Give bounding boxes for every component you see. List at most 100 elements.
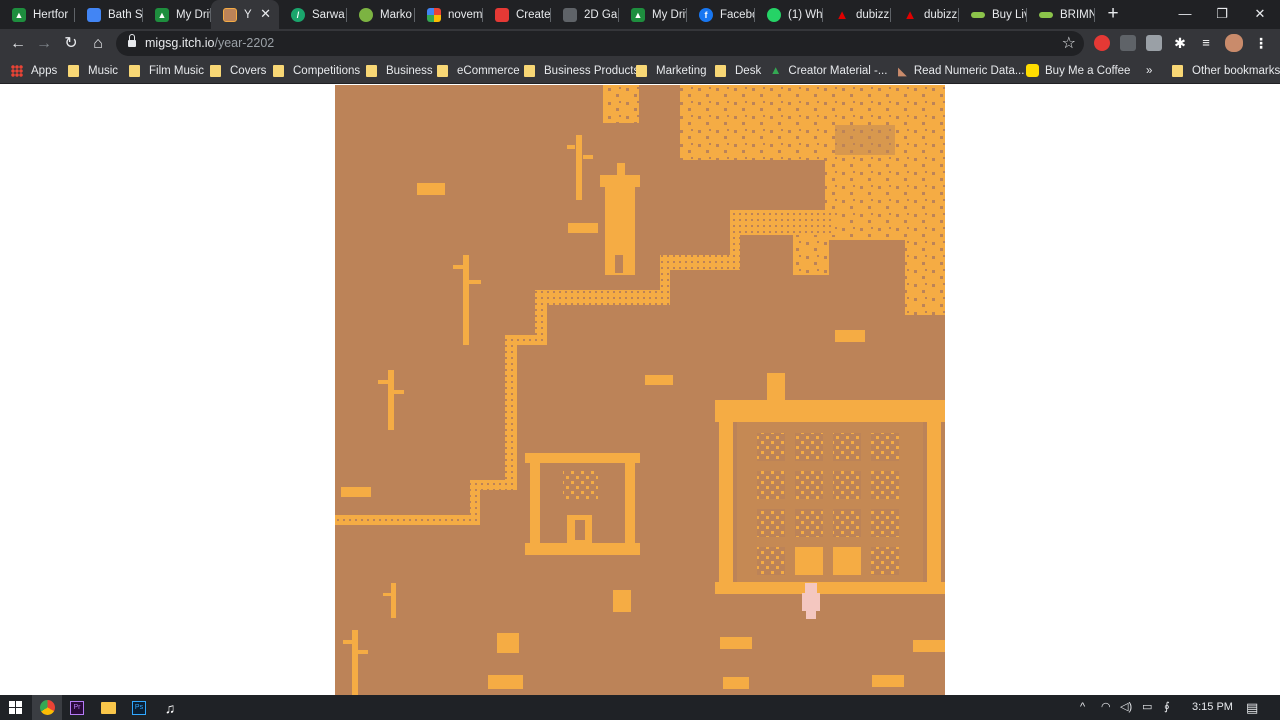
grand-hall (715, 373, 945, 594)
other-bookmarks[interactable]: Other bookmarks (1172, 58, 1280, 83)
tab[interactable]: 2D Gan (551, 0, 619, 29)
bookmark-folder[interactable]: Business (366, 58, 433, 83)
tab[interactable]: ▲ My Driv (143, 0, 211, 29)
bookmark-star-icon[interactable]: ☆ (1062, 33, 1076, 53)
tab[interactable]: ▲ dubizzle (823, 0, 891, 29)
back-button[interactable]: ← (6, 32, 30, 56)
small-shrine (525, 453, 640, 555)
reading-list-icon[interactable]: ≡ (1198, 35, 1214, 51)
battery-icon[interactable]: ▭ (1142, 695, 1152, 720)
bookmark-folder[interactable]: Desk (715, 58, 761, 83)
tab[interactable]: ▲ My Driv (619, 0, 687, 29)
volume-icon[interactable]: ◁) (1120, 695, 1132, 720)
bookmark-folder[interactable]: eCommerce (437, 58, 520, 83)
pinwheel-icon (427, 7, 441, 22)
url-text[interactable]: migsg.itch.io/year-2202 (145, 36, 274, 50)
close-tab-icon[interactable]: ✕ (260, 6, 271, 22)
google-drive-icon: ▲ (12, 7, 26, 22)
menu-icon[interactable]: ⋮ (1253, 35, 1269, 51)
address-bar[interactable]: migsg.itch.io/year-2202 ☆ (116, 31, 1084, 56)
google-drive-icon: ▲ (631, 7, 645, 22)
bookmarks-overflow-button[interactable]: » (1146, 58, 1152, 83)
home-button[interactable]: ⌂ (86, 32, 110, 56)
new-tab-button[interactable]: + (1102, 3, 1124, 25)
sarwa-icon: / (291, 7, 305, 22)
close-window-button[interactable]: ✕ (1240, 0, 1280, 29)
tab[interactable]: Create a (483, 0, 551, 29)
bookmark-folder[interactable]: Film Music (129, 58, 204, 83)
bookmarks-bar: Apps Music Film Music Covers Competition… (0, 58, 1280, 84)
bookmark-folder[interactable]: Music (68, 58, 118, 83)
music-app-icon[interactable]: ♫ (155, 695, 185, 720)
apps-grid-icon (11, 64, 23, 77)
tab[interactable]: f Faceboo (687, 0, 755, 29)
folder-icon (1172, 64, 1183, 77)
tab[interactable]: Marko \ (347, 0, 415, 29)
notifications-icon[interactable]: ▤ (1246, 695, 1258, 720)
dubizzle-icon: ▲ (903, 7, 917, 22)
chart-icon: ◣ (898, 65, 907, 78)
tab[interactable]: / Sarwa | (279, 0, 347, 29)
tray-chevron-icon[interactable]: ^ (1080, 695, 1085, 720)
itchio-game-icon (223, 7, 237, 22)
film-icon (563, 7, 577, 22)
pen-icon[interactable]: ∮ (1164, 695, 1170, 720)
tab[interactable]: BRIMNE (1027, 0, 1095, 29)
game-canvas[interactable] (335, 85, 945, 695)
folder-icon (68, 64, 79, 77)
clock[interactable]: 3:15 PM (1192, 695, 1233, 720)
folder-icon (210, 64, 221, 77)
tab[interactable]: Bath Sp (75, 0, 143, 29)
dubizzle-icon: ▲ (835, 7, 849, 22)
tab-active[interactable]: Y ✕ (211, 0, 279, 29)
tab[interactable]: ▲ dubizzle (891, 0, 959, 29)
folder-icon (129, 64, 140, 77)
facebook-icon: f (699, 7, 713, 22)
bookmark-folder[interactable]: Marketing (636, 58, 707, 83)
whatsapp-icon (767, 7, 781, 22)
wifi-icon[interactable]: ◠ (1101, 695, 1111, 720)
folder-icon (273, 64, 284, 77)
coffee-icon (1026, 64, 1039, 77)
game-scene (335, 85, 945, 695)
reload-button[interactable]: ↻ (59, 32, 83, 56)
folder-icon (524, 64, 535, 77)
forward-button[interactable]: → (32, 32, 56, 56)
bookmark-apps[interactable]: Apps (11, 58, 57, 83)
bookmark-link[interactable]: ◣ Read Numeric Data... (898, 58, 1024, 83)
bookmark-link[interactable]: Buy Me a Coffee (1026, 58, 1130, 83)
tab-strip: ▲ Hertfor Bath Sp ▲ My Driv Y ✕ / Sarwa … (0, 0, 1280, 29)
bookmark-folder[interactable]: Business Products (524, 58, 639, 83)
file-explorer-icon[interactable] (93, 695, 123, 720)
folder-icon (715, 64, 726, 77)
windows-taskbar: Pr Ps ♫ ^ ◠ ◁) ▭ ∮ 3:15 PM ▤ (0, 695, 1280, 720)
tab[interactable]: Buy Livi (959, 0, 1027, 29)
tab[interactable]: novemb (415, 0, 483, 29)
watchtower (600, 163, 640, 275)
bookmark-link[interactable]: ▲ Creator Material -... (770, 58, 887, 83)
puzzle-extensions-icon[interactable]: ✱ (1172, 35, 1188, 51)
link-icon (1039, 11, 1053, 18)
tab[interactable]: ▲ Hertfor (0, 0, 75, 29)
dead-trees (343, 135, 593, 695)
maximize-button[interactable]: ❐ (1202, 0, 1242, 29)
folder-icon (437, 64, 448, 77)
browser-toolbar: ← → ↻ ⌂ migsg.itch.io/year-2202 ☆ ✱ ≡ ⋮ (0, 29, 1280, 58)
folder-icon (366, 64, 377, 77)
tab[interactable]: (1) Wha (755, 0, 823, 29)
photoshop-icon[interactable]: Ps (124, 695, 154, 720)
extension-icon[interactable] (1146, 35, 1162, 51)
extension-icon[interactable] (1120, 35, 1136, 51)
bookmark-folder[interactable]: Covers (210, 58, 266, 83)
forest-canopy (603, 85, 945, 315)
bookmark-folder[interactable]: Competitions (273, 58, 360, 83)
lock-icon (128, 34, 136, 48)
minimize-button[interactable]: — (1165, 0, 1205, 29)
link-icon (971, 11, 985, 18)
page-content (0, 85, 1280, 695)
windows-start-icon[interactable] (0, 695, 30, 720)
avatar[interactable] (1225, 34, 1243, 52)
chrome-icon[interactable] (32, 695, 62, 720)
premiere-icon[interactable]: Pr (62, 695, 92, 720)
extension-icon[interactable] (1094, 35, 1110, 51)
